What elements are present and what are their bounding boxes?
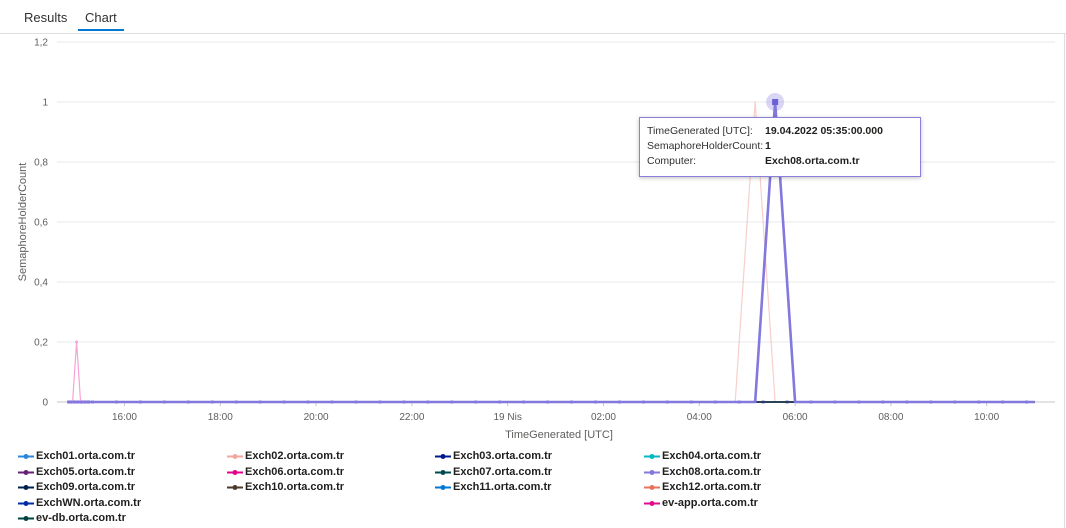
y-tick-label: 0 bbox=[42, 398, 48, 409]
x-tick-label: 10:00 bbox=[974, 412, 999, 423]
tooltip-value: 1 bbox=[765, 140, 771, 152]
tooltip-row: SemaphoreHolderCount: 1 bbox=[647, 139, 920, 154]
legend-label: Exch11.orta.com.tr bbox=[453, 481, 552, 493]
tooltip-key: SemaphoreHolderCount: bbox=[647, 140, 764, 152]
legend-label: Exch07.orta.com.tr bbox=[453, 465, 553, 478]
legend-label: Exch03.orta.com.tr bbox=[453, 450, 553, 462]
x-tick-label: 08:00 bbox=[878, 412, 903, 423]
tooltip-key: Computer: bbox=[647, 155, 697, 167]
legend-swatch-icon bbox=[227, 469, 243, 475]
x-tick-label: 22:00 bbox=[399, 412, 424, 423]
legend-swatch-dot bbox=[23, 469, 29, 475]
legend-swatch-icon bbox=[227, 454, 243, 459]
legend-swatch-dot bbox=[23, 454, 29, 459]
x-axis-title: TimeGenerated [UTC] bbox=[505, 429, 613, 441]
y-tick-label: 0,6 bbox=[34, 218, 48, 229]
series-line bbox=[71, 341, 82, 403]
line-chart[interactable]: 0 0,2 0,4 0,6 0,8 1 1,2 16:00 18:00 20:00 22:00 19 … bbox=[0, 33, 1064, 443]
legend-swatch-dot bbox=[649, 485, 655, 490]
legend-swatch-icon bbox=[644, 485, 660, 490]
y-tick-label: 1 bbox=[42, 98, 48, 109]
legend-label: Exch08.orta.com.tr bbox=[662, 465, 762, 478]
legend-label: Exch01.orta.com.tr bbox=[36, 450, 136, 462]
legend-swatch-icon bbox=[644, 500, 660, 506]
legend-swatch-dot bbox=[23, 516, 29, 521]
legend-label: Exch05.orta.com.tr bbox=[36, 465, 136, 478]
x-tick-label: 06:00 bbox=[783, 412, 808, 423]
legend-swatch-icon bbox=[644, 454, 660, 459]
tooltip-value: Exch08.orta.com.tr bbox=[765, 155, 860, 167]
tab-results[interactable]: Results bbox=[24, 10, 67, 25]
legend-swatch-dot bbox=[23, 485, 29, 490]
legend-swatch-dot bbox=[649, 469, 655, 475]
tooltip-key: TimeGenerated [UTC]: bbox=[647, 125, 753, 137]
chart-tooltip: TimeGenerated [UTC]: 19.04.2022 05:35:00… bbox=[639, 117, 921, 177]
tab-bar: Results Chart bbox=[0, 0, 1066, 34]
y-tick-label: 1,2 bbox=[34, 38, 48, 49]
legend-swatch-dot bbox=[232, 469, 238, 475]
tab-chart[interactable]: Chart bbox=[85, 10, 117, 25]
legend-swatch-dot bbox=[232, 454, 238, 459]
legend-swatch-icon bbox=[644, 469, 660, 475]
x-tick-label: 16:00 bbox=[112, 412, 137, 423]
legend-swatch-dot bbox=[440, 469, 446, 475]
x-tick-label: 19 Nis bbox=[494, 412, 522, 423]
legend-label: Exch04.orta.com.tr bbox=[662, 450, 762, 462]
legend-swatch-dot bbox=[649, 454, 655, 459]
legend-swatch-dot bbox=[23, 500, 29, 506]
legend-label: ev-db.orta.com.tr bbox=[36, 512, 126, 524]
tooltip-row: Computer: Exch08.orta.com.tr bbox=[647, 154, 920, 169]
data-point bbox=[75, 340, 79, 344]
legend-label: Exch12.orta.com.tr bbox=[662, 481, 762, 493]
legend-swatch-icon bbox=[18, 516, 34, 521]
legend-label: ExchWN.orta.com.tr bbox=[36, 496, 142, 509]
legend-swatch-icon bbox=[435, 485, 451, 490]
legend-swatch-icon bbox=[18, 469, 34, 475]
active-tab-indicator bbox=[78, 29, 124, 31]
legend-swatch-dot bbox=[440, 485, 446, 490]
y-tick-label: 0,4 bbox=[34, 278, 48, 289]
legend-swatch-dot bbox=[649, 500, 655, 506]
legend-label: ev-app.orta.com.tr bbox=[662, 496, 758, 509]
legend-swatch-icon bbox=[435, 454, 451, 459]
x-tick-label: 04:00 bbox=[687, 412, 712, 423]
legend-swatch-icon bbox=[227, 485, 243, 490]
legend-label: Exch06.orta.com.tr bbox=[245, 465, 345, 478]
legend-label: Exch09.orta.com.tr bbox=[36, 481, 136, 493]
panel-border bbox=[1064, 33, 1065, 528]
y-tick-label: 0,2 bbox=[34, 338, 48, 349]
legend-swatch-icon bbox=[18, 485, 34, 490]
tooltip-value: 19.04.2022 05:35:00.000 bbox=[765, 125, 883, 137]
legend-swatch-dot bbox=[440, 454, 446, 459]
y-tick-label: 0,8 bbox=[34, 158, 48, 169]
legend-swatch-icon bbox=[18, 500, 34, 506]
x-tick-label: 18:00 bbox=[208, 412, 233, 423]
x-tick-label: 02:00 bbox=[591, 412, 616, 423]
hovered-data-point bbox=[772, 99, 779, 105]
legend-swatch-icon bbox=[18, 454, 34, 459]
legend-label: Exch02.orta.com.tr bbox=[245, 450, 345, 462]
legend-label: Exch10.orta.com.tr bbox=[245, 481, 345, 493]
legend-swatch-icon bbox=[435, 469, 451, 475]
x-tick-label: 20:00 bbox=[304, 412, 329, 423]
legend-swatch-dot bbox=[232, 485, 238, 490]
tooltip-row: TimeGenerated [UTC]: 19.04.2022 05:35:00… bbox=[647, 124, 920, 139]
y-axis-title: SemaphoreHolderCount bbox=[17, 163, 29, 282]
